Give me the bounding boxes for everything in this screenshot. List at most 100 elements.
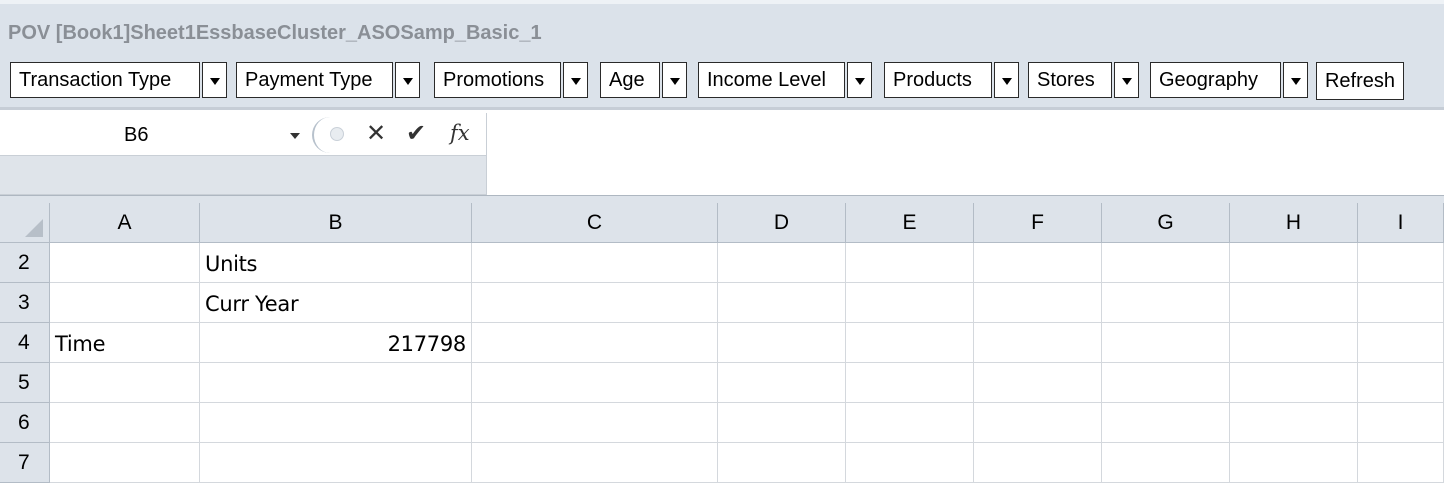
cell-f3[interactable] bbox=[974, 283, 1102, 323]
cell-b3[interactable]: Curr Year bbox=[200, 283, 472, 323]
cell-b4[interactable]: 217798 bbox=[200, 323, 472, 363]
cell-b2[interactable]: Units bbox=[200, 243, 472, 283]
pov-dimension-label[interactable]: Stores bbox=[1028, 62, 1112, 98]
column-header-f[interactable]: F bbox=[974, 203, 1102, 243]
pov-dimension-label[interactable]: Transaction Type bbox=[10, 62, 200, 98]
insert-function-icon[interactable]: fx bbox=[450, 121, 470, 145]
cell-e3[interactable] bbox=[846, 283, 974, 323]
chevron-down-icon[interactable] bbox=[994, 62, 1019, 98]
pov-dimension-label[interactable]: Products bbox=[884, 62, 992, 98]
cell-b7[interactable] bbox=[200, 443, 472, 483]
cell-f7[interactable] bbox=[974, 443, 1102, 483]
cell-f2[interactable] bbox=[974, 243, 1102, 283]
cell-g4[interactable] bbox=[1102, 323, 1230, 363]
cell-a7[interactable] bbox=[50, 443, 200, 483]
pov-dimension-payment-type[interactable]: Payment Type bbox=[236, 62, 420, 98]
pov-dimension-label[interactable]: Promotions bbox=[434, 62, 561, 98]
chevron-down-icon[interactable] bbox=[1283, 62, 1308, 98]
cell-g5[interactable] bbox=[1102, 363, 1230, 403]
row-header-2[interactable]: 2 bbox=[0, 243, 50, 283]
column-header-c[interactable]: C bbox=[472, 203, 718, 243]
cell-a5[interactable] bbox=[50, 363, 200, 403]
column-header-i[interactable]: I bbox=[1358, 203, 1444, 243]
cell-d2[interactable] bbox=[718, 243, 846, 283]
select-all-button[interactable] bbox=[0, 203, 50, 243]
column-header-a[interactable]: A bbox=[50, 203, 200, 243]
cell-i5[interactable] bbox=[1358, 363, 1444, 403]
cell-h2[interactable] bbox=[1230, 243, 1358, 283]
cell-b6[interactable] bbox=[200, 403, 472, 443]
pov-dimension-geography[interactable]: Geography bbox=[1150, 62, 1308, 98]
cell-e7[interactable] bbox=[846, 443, 974, 483]
row-header-5[interactable]: 5 bbox=[0, 363, 50, 403]
cell-h5[interactable] bbox=[1230, 363, 1358, 403]
pov-dimension-stores[interactable]: Stores bbox=[1028, 62, 1139, 98]
cell-g6[interactable] bbox=[1102, 403, 1230, 443]
cell-f4[interactable] bbox=[974, 323, 1102, 363]
cell-g3[interactable] bbox=[1102, 283, 1230, 323]
cell-g2[interactable] bbox=[1102, 243, 1230, 283]
row-header-4[interactable]: 4 bbox=[0, 323, 50, 363]
cell-e5[interactable] bbox=[846, 363, 974, 403]
pov-dimension-transaction-type[interactable]: Transaction Type bbox=[10, 62, 227, 98]
cell-a2[interactable] bbox=[50, 243, 200, 283]
dropdown-icon[interactable] bbox=[290, 133, 300, 139]
row-header-6[interactable]: 6 bbox=[0, 403, 50, 443]
cell-h7[interactable] bbox=[1230, 443, 1358, 483]
cell-d4[interactable] bbox=[718, 323, 846, 363]
pov-dimension-promotions[interactable]: Promotions bbox=[434, 62, 588, 98]
cell-e6[interactable] bbox=[846, 403, 974, 443]
cell-h6[interactable] bbox=[1230, 403, 1358, 443]
cell-a3[interactable] bbox=[50, 283, 200, 323]
cell-h4[interactable] bbox=[1230, 323, 1358, 363]
name-box[interactable]: B6 bbox=[0, 113, 312, 156]
cell-f6[interactable] bbox=[974, 403, 1102, 443]
cell-d7[interactable] bbox=[718, 443, 846, 483]
name-box-value[interactable]: B6 bbox=[124, 124, 148, 147]
formula-input[interactable] bbox=[486, 113, 1444, 195]
cell-a4[interactable]: Time bbox=[50, 323, 200, 363]
column-header-g[interactable]: G bbox=[1102, 203, 1230, 243]
chevron-down-icon[interactable] bbox=[662, 62, 687, 98]
cell-c5[interactable] bbox=[472, 363, 718, 403]
row-header-7[interactable]: 7 bbox=[0, 443, 50, 483]
column-header-d[interactable]: D bbox=[718, 203, 846, 243]
row-header-3[interactable]: 3 bbox=[0, 283, 50, 323]
cell-c7[interactable] bbox=[472, 443, 718, 483]
chevron-down-icon[interactable] bbox=[395, 62, 420, 98]
pov-dimension-age[interactable]: Age bbox=[600, 62, 687, 98]
cell-c4[interactable] bbox=[472, 323, 718, 363]
refresh-button[interactable]: Refresh bbox=[1316, 62, 1404, 100]
cell-i6[interactable] bbox=[1358, 403, 1444, 443]
cancel-icon[interactable]: ✕ bbox=[366, 119, 386, 147]
cell-d6[interactable] bbox=[718, 403, 846, 443]
cell-c2[interactable] bbox=[472, 243, 718, 283]
cell-h3[interactable] bbox=[1230, 283, 1358, 323]
formula-bar-splitter[interactable] bbox=[0, 195, 1444, 203]
chevron-down-icon[interactable] bbox=[202, 62, 227, 98]
enter-icon[interactable]: ✔ bbox=[406, 119, 426, 147]
chevron-down-icon[interactable] bbox=[847, 62, 872, 98]
column-header-h[interactable]: H bbox=[1230, 203, 1358, 243]
chevron-down-icon[interactable] bbox=[1114, 62, 1139, 98]
cell-a6[interactable] bbox=[50, 403, 200, 443]
pov-dimension-products[interactable]: Products bbox=[884, 62, 1019, 98]
pov-dimension-label[interactable]: Income Level bbox=[698, 62, 845, 98]
cell-g7[interactable] bbox=[1102, 443, 1230, 483]
chevron-down-icon[interactable] bbox=[563, 62, 588, 98]
cell-b5[interactable] bbox=[200, 363, 472, 403]
pov-dimension-label[interactable]: Geography bbox=[1150, 62, 1281, 98]
pov-dimension-income-level[interactable]: Income Level bbox=[698, 62, 872, 98]
column-header-b[interactable]: B bbox=[200, 203, 472, 243]
cell-i2[interactable] bbox=[1358, 243, 1444, 283]
pov-dimension-label[interactable]: Payment Type bbox=[236, 62, 393, 98]
pov-dimension-label[interactable]: Age bbox=[600, 62, 660, 98]
cell-e2[interactable] bbox=[846, 243, 974, 283]
cell-e4[interactable] bbox=[846, 323, 974, 363]
cell-d5[interactable] bbox=[718, 363, 846, 403]
cell-c3[interactable] bbox=[472, 283, 718, 323]
cell-i7[interactable] bbox=[1358, 443, 1444, 483]
cell-c6[interactable] bbox=[472, 403, 718, 443]
column-header-e[interactable]: E bbox=[846, 203, 974, 243]
cell-i4[interactable] bbox=[1358, 323, 1444, 363]
